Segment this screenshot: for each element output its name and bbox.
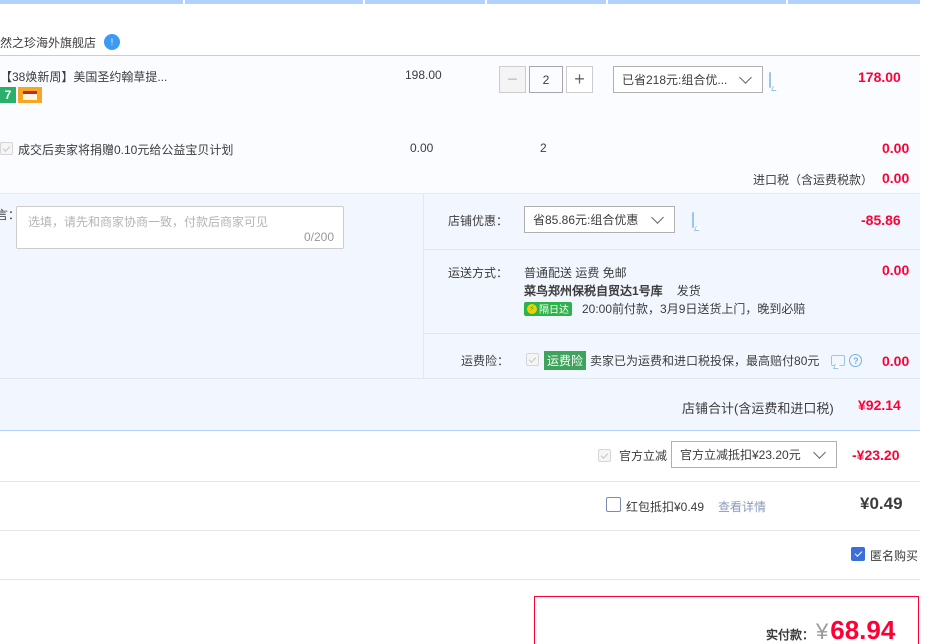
credit-card-icon <box>18 87 42 103</box>
next-day-badge: ⚡ 隔日达 <box>524 301 572 316</box>
insurance-value: 0.00 <box>882 353 910 369</box>
redpacket-details-link[interactable]: 查看详情 <box>718 498 766 515</box>
insurance-text: 卖家已为运费和进口税投保，最高赔付80元 <box>590 354 820 368</box>
shop-total-label: 店铺合计(含运费和进口税) <box>682 401 834 416</box>
divider <box>0 579 920 580</box>
quantity-minus-button[interactable]: − <box>499 66 526 93</box>
chevron-down-icon <box>739 70 752 84</box>
message-counter: 0/200 <box>303 230 334 244</box>
insurance-label: 运费险： <box>461 354 510 368</box>
divider <box>423 249 920 250</box>
shop-name[interactable]: 然之珍海外旗舰店 <box>0 34 96 51</box>
anonymous-label: 匿名购买 <box>870 549 919 563</box>
chat-icon[interactable] <box>769 72 771 88</box>
next-day-badge-label: 隔日达 <box>539 305 569 316</box>
message-placeholder: 选填，请先和商家协商一致，付款后商家可见 <box>28 215 269 229</box>
shipping-method: 普通配送 运费 免邮 <box>524 266 627 280</box>
anonymous-checkbox[interactable] <box>851 547 865 561</box>
shipping-label: 运送方式： <box>448 266 509 280</box>
chevron-down-icon <box>813 445 826 459</box>
shipping-ship-text: 发货 <box>676 284 701 298</box>
section-divider <box>423 193 424 378</box>
divider <box>0 378 920 379</box>
chat-icon[interactable] <box>692 212 694 228</box>
header-divider <box>0 0 920 4</box>
quantity-stepper: − 2 + <box>499 66 593 93</box>
shipping-warehouse: 菜鸟郑州保税自贸达1号库 <box>524 284 663 298</box>
charity-label: 成交后卖家将捐赠0.10元给公益宝贝计划 <box>18 143 234 157</box>
chevron-down-icon <box>651 210 664 224</box>
official-discount-select[interactable]: 官方立减抵扣¥23.20元 <box>671 441 837 468</box>
official-discount-label: 官方立减 <box>619 449 668 463</box>
shop-total-value: ¥92.14 <box>858 397 901 413</box>
divider <box>423 333 920 334</box>
item-discount-select[interactable]: 已省218元:组合优... <box>613 66 763 93</box>
shop-discount-value: -85.86 <box>861 212 901 228</box>
official-discount-select-value: 官方立减抵扣¥23.20元 <box>680 448 801 462</box>
help-icon[interactable]: ? <box>849 354 863 367</box>
item-subtotal: 178.00 <box>858 69 901 85</box>
insurance-row: 运费险 卖家已为运费和进口税投保，最高赔付80元 ? <box>544 351 863 370</box>
import-tax-value: 0.00 <box>882 170 910 186</box>
insurance-tag: 运费险 <box>544 351 587 370</box>
item-title[interactable]: 【38焕新周】美国圣约翰草提... <box>0 68 167 85</box>
quantity-input[interactable]: 2 <box>529 66 563 93</box>
shipping-promise: 20:00前付款，3月9日送货上门，晚到必赔 <box>582 302 806 316</box>
lightning-icon: ⚡ <box>527 303 537 314</box>
shop-discount-label: 店铺优惠： <box>448 214 509 228</box>
redpacket-checkbox[interactable] <box>606 497 621 512</box>
item-tags: 7 <box>0 87 42 103</box>
shop-discount-select[interactable]: 省85.86元:组合优惠 <box>524 206 675 233</box>
divider <box>0 481 920 482</box>
shop-discount-select-value: 省85.86元:组合优惠 <box>533 213 639 227</box>
redpacket-label: 红包抵扣¥0.49 <box>626 500 705 514</box>
payment-label: 实付款： <box>766 628 815 642</box>
shipping-promise-row: ⚡ 隔日达 20:00前付款，3月9日送货上门，晚到必赔 <box>524 300 805 317</box>
shipping-value: 0.00 <box>882 262 910 278</box>
official-discount-value: -¥23.20 <box>852 447 900 463</box>
payment-currency: ¥ <box>816 619 829 644</box>
redpacket-value: ¥0.49 <box>860 494 903 513</box>
charity-price: 0.00 <box>410 141 434 155</box>
seller-message-input[interactable]: 选填，请先和商家协商一致，付款后商家可见 0/200 <box>16 206 344 249</box>
message-label: 言： <box>0 208 12 222</box>
charity-checkbox[interactable] <box>0 142 13 155</box>
shipping-warehouse-row: 菜鸟郑州保税自贸达1号库 发货 <box>524 282 701 299</box>
chat-icon[interactable] <box>831 355 846 366</box>
insurance-checkbox[interactable] <box>526 353 539 366</box>
charity-quantity: 2 <box>540 141 547 155</box>
shop-row: 然之珍海外旗舰店 ! <box>0 33 121 51</box>
divider <box>0 530 920 531</box>
quantity-plus-button[interactable]: + <box>566 66 593 93</box>
shop-info-icon[interactable]: ! <box>104 34 121 50</box>
order-confirm-page: 然之珍海外旗舰店 ! 【38焕新周】美国圣约翰草提... 7 198.00 − … <box>0 0 935 644</box>
seven-day-return-icon: 7 <box>0 87 16 103</box>
payment-total-row: 实付款： ¥ 68.94 <box>766 615 895 644</box>
official-discount-checkbox[interactable] <box>598 449 611 462</box>
import-tax-label: 进口税（含运费税款） <box>753 173 874 187</box>
payment-amount: 68.94 <box>830 615 896 644</box>
item-price: 198.00 <box>405 68 442 82</box>
charity-subtotal: 0.00 <box>882 140 910 156</box>
item-discount-select-value: 已省218元:组合优... <box>622 73 728 87</box>
